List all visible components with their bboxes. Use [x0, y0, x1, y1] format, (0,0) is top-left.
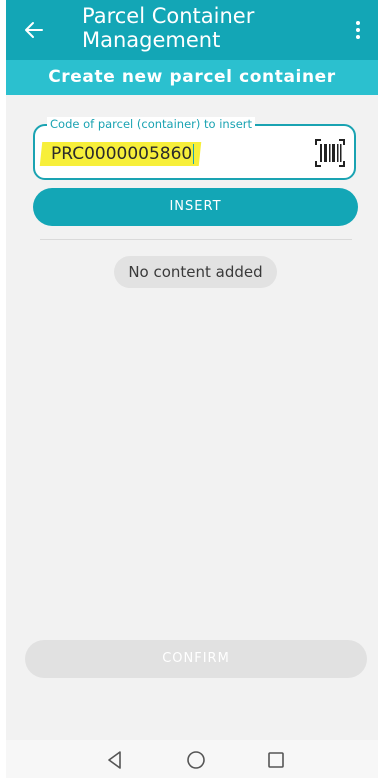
nav-back-button[interactable] — [104, 749, 126, 771]
back-triangle-icon — [108, 751, 121, 769]
page-title: Parcel Container Management — [82, 4, 255, 52]
nav-recents-button[interactable] — [265, 749, 287, 771]
empty-content-message: No content added — [114, 256, 277, 288]
left-edge — [0, 0, 6, 778]
back-button[interactable] — [14, 10, 54, 50]
text-cursor — [193, 144, 195, 164]
arrow-left-icon — [25, 22, 43, 38]
section-header: Create new parcel container — [6, 60, 378, 95]
right-edge — [378, 0, 382, 778]
overflow-menu-button[interactable] — [344, 12, 372, 48]
barcode-scan-icon — [315, 139, 345, 167]
app-screen: Parcel Container Management Create new p… — [0, 0, 382, 778]
more-vertical-icon — [356, 21, 360, 39]
parcel-code-label: Code of parcel (container) to insert — [47, 117, 256, 131]
app-bar: Parcel Container Management — [6, 0, 378, 60]
divider — [40, 239, 352, 240]
home-circle-icon — [187, 751, 205, 769]
system-navigation-bar — [6, 740, 378, 778]
parcel-code-input[interactable]: PRC0000005860 — [43, 142, 202, 166]
insert-button[interactable]: INSERT — [33, 188, 358, 226]
parcel-code-value: PRC0000005860 — [51, 144, 193, 164]
confirm-button[interactable]: CONFIRM — [25, 640, 367, 678]
recents-square-icon — [268, 752, 284, 768]
parcel-code-field[interactable]: Code of parcel (container) to insert PRC… — [33, 117, 356, 180]
nav-home-button[interactable] — [185, 749, 207, 771]
scan-barcode-button[interactable] — [314, 138, 346, 168]
